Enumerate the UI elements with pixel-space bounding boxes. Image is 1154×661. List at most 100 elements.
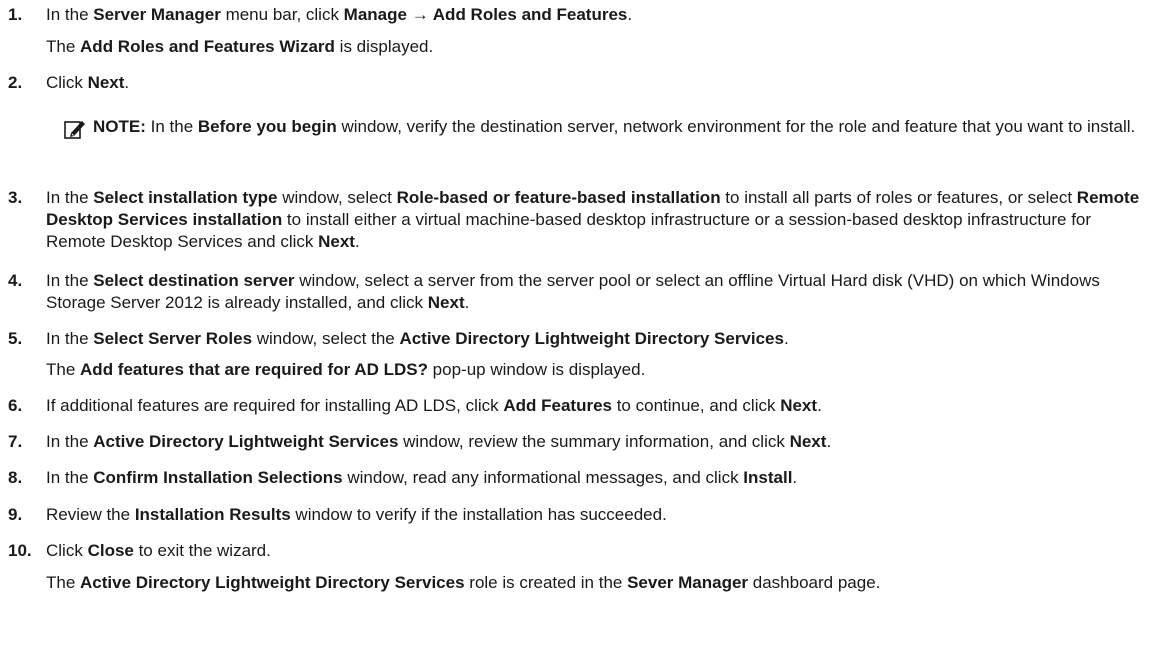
step-number: 8. <box>8 468 23 487</box>
bold-term: Before you begin <box>197 117 337 136</box>
text-run: window, read any informational messages,… <box>342 468 744 487</box>
step-7: 7. In the Active Directory Lightweight S… <box>8 431 1148 453</box>
text-run: . <box>124 73 130 92</box>
step-2: 2. Click Next. <box>8 72 1148 94</box>
text-run: . <box>817 396 822 415</box>
text-run: Review the <box>46 505 135 524</box>
bold-term: Select destination server <box>93 271 295 290</box>
step-text: In the Select Server Roles window, selec… <box>46 329 789 348</box>
text-run: If additional features are required for … <box>46 396 504 415</box>
step-text: In the Select installation type window, … <box>46 188 1139 251</box>
bold-term: Server Manager <box>93 5 221 24</box>
step-text: The Active Directory Lightweight Directo… <box>46 573 880 592</box>
step-number: 7. <box>8 432 23 451</box>
text-run: The <box>46 573 81 592</box>
text-run: In the <box>46 271 94 290</box>
bold-term: Select installation type <box>93 188 278 207</box>
bold-term: Active Directory Lightweight Directory S… <box>80 573 465 592</box>
bold-term: Next <box>318 232 355 251</box>
step-number: 5. <box>8 329 23 348</box>
bold-term: Select Server Roles <box>93 329 253 348</box>
procedure-document: 1. In the Server Manager menu bar, click… <box>0 0 1154 661</box>
text-run: Click <box>46 73 88 92</box>
bold-term: Installation Results <box>134 505 291 524</box>
step-5: 5. In the Select Server Roles window, se… <box>8 328 1148 350</box>
text-run: In the <box>46 432 94 451</box>
text-run: The <box>46 37 81 56</box>
bold-term: Active Directory Lightweight Directory S… <box>399 329 784 348</box>
step-text: Click Next. <box>46 73 129 92</box>
bold-term: Next <box>87 73 125 92</box>
bold-term: Manage → Add Roles and Features <box>343 5 628 24</box>
text-run: In the <box>145 117 198 136</box>
pencil-note-icon <box>64 121 85 139</box>
step-number: 10. <box>8 541 32 560</box>
step-10-result: The Active Directory Lightweight Directo… <box>46 572 1148 594</box>
text-run: Click <box>46 541 88 560</box>
step-number: 6. <box>8 396 23 415</box>
text-run: window, select the <box>252 329 400 348</box>
bold-term: Role-based or feature-based installation <box>396 188 721 207</box>
bold-term: Add Roles and Features Wizard <box>80 37 335 56</box>
text-run: to exit the wizard. <box>133 541 271 560</box>
step-number: 3. <box>8 188 23 207</box>
text-run: pop-up window is displayed. <box>427 360 646 379</box>
step-4: 4. In the Select destination server wind… <box>8 270 1148 314</box>
step-text: The Add Roles and Features Wizard is dis… <box>46 37 433 56</box>
step-text: In the Server Manager menu bar, click Ma… <box>46 5 632 24</box>
text-run: . <box>354 232 360 251</box>
text-run: window, review the summary information, … <box>398 432 790 451</box>
bold-term: Next <box>789 432 827 451</box>
text-run: . <box>826 432 832 451</box>
text-run: . <box>792 468 798 487</box>
text-run: window to verify if the installation has… <box>290 505 667 524</box>
text-run: to install all parts of roles or feature… <box>720 188 1077 207</box>
text-run: role is created in the <box>464 573 628 592</box>
step-3: 3. In the Select installation type windo… <box>8 187 1148 253</box>
step-text: If additional features are required for … <box>46 396 822 415</box>
step-1-result: The Add Roles and Features Wizard is dis… <box>46 36 1148 58</box>
bold-term: Next <box>427 293 465 312</box>
text-run: . <box>627 5 633 24</box>
step-text: Review the Installation Results window t… <box>46 505 667 524</box>
step-number: 9. <box>8 505 23 524</box>
text-run: . <box>464 293 470 312</box>
step-number: 4. <box>8 271 23 290</box>
text-run: is displayed. <box>334 37 434 56</box>
step-9: 9. Review the Installation Results windo… <box>8 504 1148 526</box>
bold-term: Active Directory Lightweight Services <box>93 432 399 451</box>
text-run: In the <box>46 468 94 487</box>
text-run: window, verify the destination server, n… <box>336 117 1136 136</box>
step-text: In the Active Directory Lightweight Serv… <box>46 432 831 451</box>
text-run: In the <box>46 329 94 348</box>
step-6: 6. If additional features are required f… <box>8 395 1148 417</box>
step-number: 2. <box>8 73 23 92</box>
text-run: The <box>46 360 81 379</box>
text-run: to continue, and click <box>611 396 781 415</box>
note-text: NOTE: In the Before you begin window, ve… <box>93 116 1144 138</box>
step-text: Click Close to exit the wizard. <box>46 541 271 560</box>
step-text: The Add features that are required for A… <box>46 360 645 379</box>
bold-term: Add Features <box>503 396 612 415</box>
bold-term: NOTE: <box>93 117 146 136</box>
step-1: 1. In the Server Manager menu bar, click… <box>8 4 1148 26</box>
step-number: 1. <box>8 5 23 24</box>
text-run: window, select <box>277 188 397 207</box>
bold-term: Confirm Installation Selections <box>93 468 343 487</box>
bold-term: Install <box>743 468 793 487</box>
text-run: In the <box>46 188 94 207</box>
text-run: . <box>783 329 789 348</box>
bold-term: Add features that are required for AD LD… <box>80 360 428 379</box>
step-text: In the Confirm Installation Selections w… <box>46 468 797 487</box>
note-callout: NOTE: In the Before you begin window, ve… <box>64 116 1144 162</box>
step-10: 10. Click Close to exit the wizard. <box>8 540 1148 562</box>
text-run: menu bar, click <box>220 5 344 24</box>
text-run: dashboard page. <box>748 573 881 592</box>
text-run: In the <box>46 5 94 24</box>
bold-term: Sever Manager <box>627 573 749 592</box>
bold-term: Close <box>87 541 134 560</box>
step-5-result: The Add features that are required for A… <box>46 359 1148 381</box>
step-text: In the Select destination server window,… <box>46 271 1100 312</box>
step-8: 8. In the Confirm Installation Selection… <box>8 467 1148 489</box>
bold-term: Next <box>780 396 818 415</box>
